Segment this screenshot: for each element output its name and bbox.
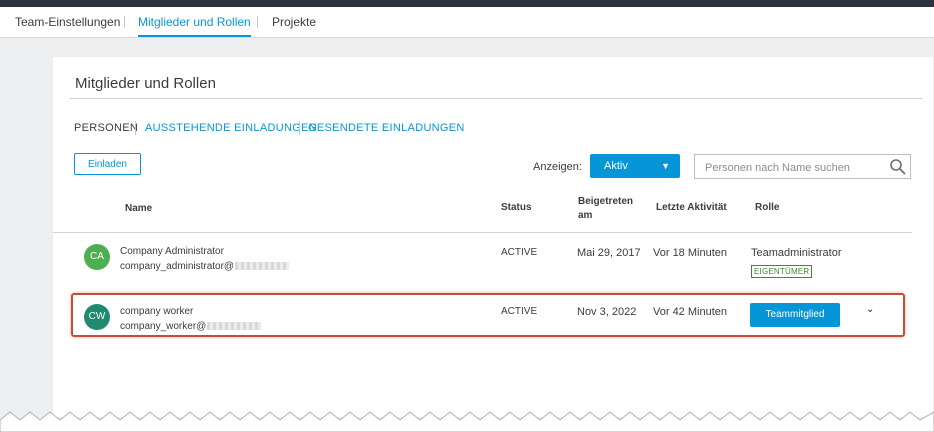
torn-edge [0,411,934,432]
show-filter-label: Anzeigen: [533,161,582,173]
search-box [694,154,911,179]
page-title: Mitglieder und Rollen [75,75,216,92]
members-card: Mitglieder und Rollen PERSONEN AUSSTEHEN… [53,57,933,417]
member-email: company_administrator@ [120,261,290,272]
app-top-bar [0,0,934,7]
member-name: Company Administrator [120,246,224,257]
member-status: ACTIVE [501,247,538,258]
search-icon[interactable] [889,158,907,176]
column-header-joined-line2: am [578,210,593,221]
redacted-domain [235,262,290,271]
subtab-separator [135,121,136,135]
tab-separator [124,16,125,28]
subtab-separator [299,121,300,135]
subtab-persons[interactable]: PERSONEN [74,122,138,134]
avatar: CA [84,244,110,270]
member-last-activity: Vor 18 Minuten [653,247,727,259]
tab-team-settings[interactable]: Team-Einstellungen [15,7,120,37]
status-filter-dropdown[interactable]: Aktiv ▼ [590,154,680,178]
tab-members-and-roles[interactable]: Mitglieder und Rollen [138,7,251,37]
member-joined: Mai 29, 2017 [577,247,641,259]
tab-separator [257,16,258,28]
member-email-text: company_administrator@ [120,261,235,272]
status-filter-value: Aktiv [604,160,628,172]
column-header-last-activity[interactable]: Letzte Aktivität [656,202,727,213]
tab-projects[interactable]: Projekte [272,7,316,37]
invite-button[interactable]: Einladen [74,153,141,175]
owner-badge: EIGENTÜMER [751,265,813,278]
chevron-down-icon: ▼ [661,161,670,171]
title-divider [69,98,923,99]
search-input[interactable] [703,158,887,177]
column-header-role[interactable]: Rolle [755,202,779,213]
column-header-name[interactable]: Name [125,203,152,214]
subtab-pending-invitations[interactable]: AUSSTEHENDE EINLADUNGEN [145,122,317,134]
header-divider [53,232,912,233]
column-header-joined-line1: Beigetreten [578,196,634,207]
member-role: Teamadministrator [751,247,842,259]
highlight-box [71,293,905,337]
column-header-status[interactable]: Status [501,202,532,213]
top-tab-bar: Team-Einstellungen Mitglieder und Rollen… [0,7,934,38]
subtab-sent-invitations[interactable]: GESENDETE EINLADUNGEN [308,122,465,134]
column-header-joined[interactable]: Beigetreten am [578,195,633,223]
